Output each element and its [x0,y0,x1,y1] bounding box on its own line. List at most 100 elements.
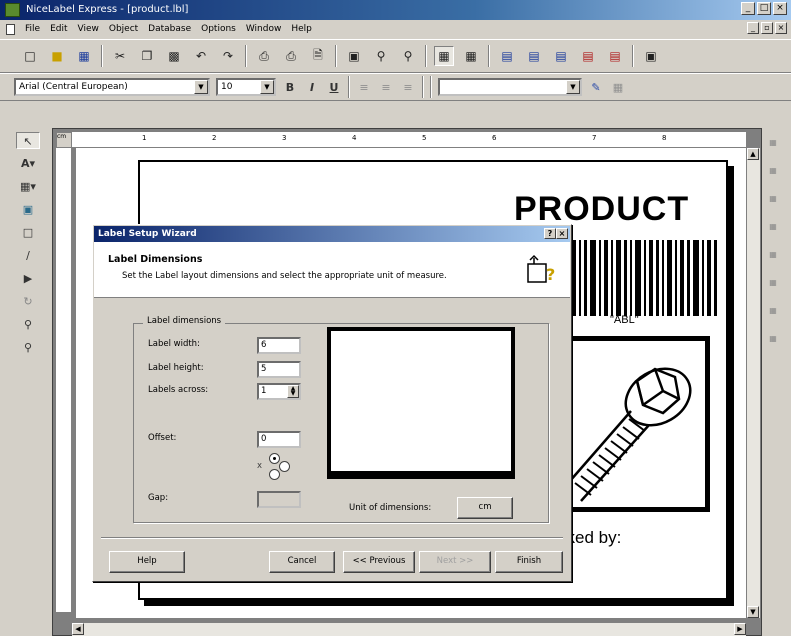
align-palette-icon[interactable]: ▦ [765,194,781,208]
label-width-label: Label width: [148,339,200,349]
help-button[interactable]: Help [109,551,185,573]
offset-top-radio[interactable] [269,453,280,464]
font-name-combo[interactable]: Arial (Central European) ▼ [14,78,210,96]
offset-bottom-radio[interactable] [269,469,280,480]
print-icon[interactable]: ⎙ [254,46,274,66]
text-align-center-icon[interactable]: ≡ [378,79,394,95]
zoom-in-icon[interactable]: ⚲ [371,46,391,66]
variable-combo[interactable]: ▼ [438,78,582,96]
menu-file[interactable]: File [25,24,40,34]
dialog-help-icon[interactable]: ? [544,228,556,239]
bold-button[interactable]: B [282,79,298,95]
offset-input[interactable]: 0 [257,431,301,448]
print-setup-icon[interactable]: ⎙ [281,46,301,66]
app-icon[interactable] [5,3,20,17]
text-tool-icon[interactable]: A▾ [16,155,40,172]
pointer-icon[interactable]: ↖ [16,132,40,149]
finish-button[interactable]: Finish [495,551,563,573]
previous-button[interactable]: << Previous [343,551,415,573]
bolt-image[interactable] [548,336,710,512]
cut-icon[interactable]: ✂ [110,46,130,66]
new-file-icon[interactable]: □ [20,46,40,66]
gap-input[interactable] [257,491,301,508]
underline-button[interactable]: U [326,79,342,95]
menu-view[interactable]: View [78,24,99,34]
zoom-out-tool-icon[interactable]: ⚲ [16,339,40,356]
italic-button[interactable]: I [304,79,320,95]
scroll-left-icon[interactable]: ◀ [72,623,84,635]
align-right-icon[interactable]: ▤ [524,46,544,66]
align-palette-icon[interactable]: ▦ [765,334,781,348]
group-title: Label dimensions [143,316,226,326]
doc-close-button[interactable]: × [775,22,787,34]
undo-icon[interactable]: ↶ [191,46,211,66]
database-icon[interactable]: ▦ [610,79,626,95]
save-icon[interactable]: ▦ [74,46,94,66]
barcode-object[interactable] [560,240,720,320]
label-width-input[interactable]: 6 [257,337,301,354]
toolbar-separator [335,45,337,67]
align-palette-icon[interactable]: ▦ [765,138,781,152]
open-folder-icon[interactable]: ■ [47,46,67,66]
doc-minimize-button[interactable]: _ [747,22,759,34]
print-preview-icon[interactable]: 🗎 [308,46,328,66]
inverse-tool-icon[interactable]: ▶ [16,270,40,287]
chevron-down-icon[interactable]: ▼ [260,80,274,94]
menu-edit[interactable]: Edit [50,24,67,34]
menu-window[interactable]: Window [246,24,282,34]
cancel-button[interactable]: Cancel [269,551,335,573]
label-height-input[interactable]: 5 [257,361,301,378]
zoom-in-tool-icon[interactable]: ⚲ [16,316,40,333]
horizontal-scrollbar[interactable]: ◀ ▶ [72,622,746,636]
dialog-title-bar[interactable]: Label Setup Wizard ? × [94,226,570,242]
table-icon[interactable]: ▦ [461,46,481,66]
labels-across-stepper[interactable]: 1 ▲ ▼ [257,383,301,400]
align-palette-icon[interactable]: ▦ [765,306,781,320]
line-tool-icon[interactable]: ∕ [16,247,40,264]
text-align-left-icon[interactable]: ≡ [356,79,372,95]
close-button[interactable]: × [773,2,787,15]
align-left-icon[interactable]: ▤ [497,46,517,66]
align-palette-icon[interactable]: ▦ [765,222,781,236]
document-icon[interactable] [6,23,15,35]
info-icon[interactable]: ▣ [641,46,661,66]
image-tool-icon[interactable]: ▣ [16,201,40,218]
zoom-fit-icon[interactable]: ▣ [344,46,364,66]
align-palette-icon[interactable]: ▦ [765,250,781,264]
maximize-button[interactable]: □ [757,2,771,15]
dialog-close-icon[interactable]: × [556,228,568,239]
doc-restore-button[interactable]: ▫ [761,22,773,34]
variable-wizard-icon[interactable]: ✎ [588,79,604,95]
rotate-tool-icon[interactable]: ↻ [16,293,40,310]
scroll-up-icon[interactable]: ▲ [747,148,759,160]
barcode-tool-icon[interactable]: ▦▾ [16,178,40,195]
menu-object[interactable]: Object [109,24,138,34]
menu-options[interactable]: Options [201,24,236,34]
align-bottom-icon[interactable]: ▤ [605,46,625,66]
paste-icon[interactable]: ▩ [164,46,184,66]
menu-database[interactable]: Database [148,24,191,34]
text-align-right-icon[interactable]: ≡ [400,79,416,95]
vertical-scrollbar[interactable]: ▲ ▼ [746,148,760,618]
align-top-icon[interactable]: ▤ [578,46,598,66]
zoom-out-icon[interactable]: ⚲ [398,46,418,66]
toolbar-separator [101,45,103,67]
menu-help[interactable]: Help [291,24,312,34]
rectangle-tool-icon[interactable]: □ [16,224,40,241]
offset-right-radio[interactable] [279,461,290,472]
next-button[interactable]: Next >> [419,551,491,573]
scroll-down-icon[interactable]: ▼ [747,606,759,618]
spin-arrows-icon[interactable]: ▲ ▼ [287,385,299,398]
chevron-down-icon[interactable]: ▼ [194,80,208,94]
copy-icon[interactable]: ❐ [137,46,157,66]
grid-icon[interactable]: ▦ [434,46,454,66]
font-size-combo[interactable]: 10 ▼ [216,78,276,96]
minimize-button[interactable]: _ [741,2,755,15]
align-palette-icon[interactable]: ▦ [765,166,781,180]
scroll-right-icon[interactable]: ▶ [734,623,746,635]
chevron-down-icon[interactable]: ▼ [566,80,580,94]
redo-icon[interactable]: ↷ [218,46,238,66]
align-palette-icon[interactable]: ▦ [765,278,781,292]
unit-cm-button[interactable]: cm [457,497,513,519]
align-center-icon[interactable]: ▤ [551,46,571,66]
